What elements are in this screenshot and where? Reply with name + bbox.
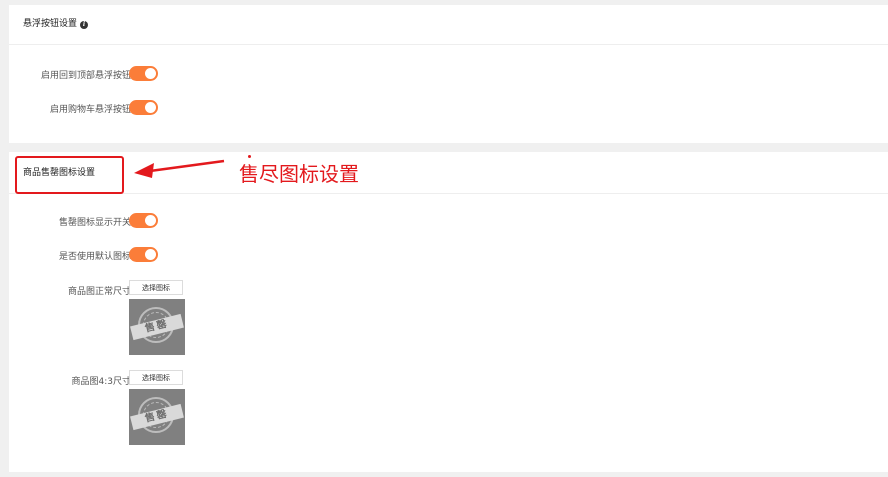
back-to-top-label: 启用回到顶部悬浮按钮	[40, 71, 131, 81]
default-icon-toggle[interactable]	[129, 247, 158, 262]
back-to-top-toggle[interactable]	[129, 66, 158, 81]
soldout-display-label: 售罄图标显示开关	[58, 218, 131, 228]
sold-out-stamp-icon[interactable]: 售罄	[129, 389, 185, 445]
sold-out-stamp-icon[interactable]: 售罄	[129, 299, 185, 355]
choose-icon-button-normal[interactable]: 选择图标	[129, 280, 183, 295]
soldout-display-row: 售罄图标显示开关	[9, 213, 409, 229]
ratio-size-label: 商品图4:3尺寸	[71, 377, 132, 387]
normal-size-label: 商品图正常尺寸	[67, 287, 131, 297]
default-icon-row: 是否使用默认图标	[9, 247, 409, 263]
toggle-knob	[145, 102, 156, 113]
cart-float-label: 启用购物车悬浮按钮	[49, 105, 131, 115]
default-icon-label: 是否使用默认图标	[58, 252, 131, 262]
normal-size-image-row: 商品图正常尺寸 选择图标 售罄	[9, 280, 409, 356]
toggle-knob	[145, 215, 156, 226]
annotation-text: 售尽图标设置	[239, 162, 359, 186]
cart-float-row: 启用购物车悬浮按钮	[9, 100, 409, 116]
annotation-highlight-box	[15, 156, 124, 194]
info-icon[interactable]: i	[80, 21, 89, 29]
soldout-icon-settings-card: 商品售罄图标设置 售罄图标显示开关 是否使用默认图标 商品图正常尺寸 选择图标 …	[9, 152, 888, 472]
float-section-header: 悬浮按钮设置 i	[9, 5, 888, 45]
cart-float-toggle[interactable]	[129, 100, 158, 115]
soldout-display-toggle[interactable]	[129, 213, 158, 228]
back-to-top-row: 启用回到顶部悬浮按钮	[9, 66, 409, 82]
toggle-knob	[145, 249, 156, 260]
float-section-title: 悬浮按钮设置	[23, 19, 78, 29]
float-button-settings-card: 悬浮按钮设置 i 启用回到顶部悬浮按钮 启用购物车悬浮按钮	[9, 5, 888, 143]
choose-icon-button-ratio[interactable]: 选择图标	[129, 370, 183, 385]
toggle-knob	[145, 68, 156, 79]
arrow-left-icon	[134, 159, 225, 178]
ratio-image-row: 商品图4:3尺寸 选择图标 售罄	[9, 370, 409, 446]
